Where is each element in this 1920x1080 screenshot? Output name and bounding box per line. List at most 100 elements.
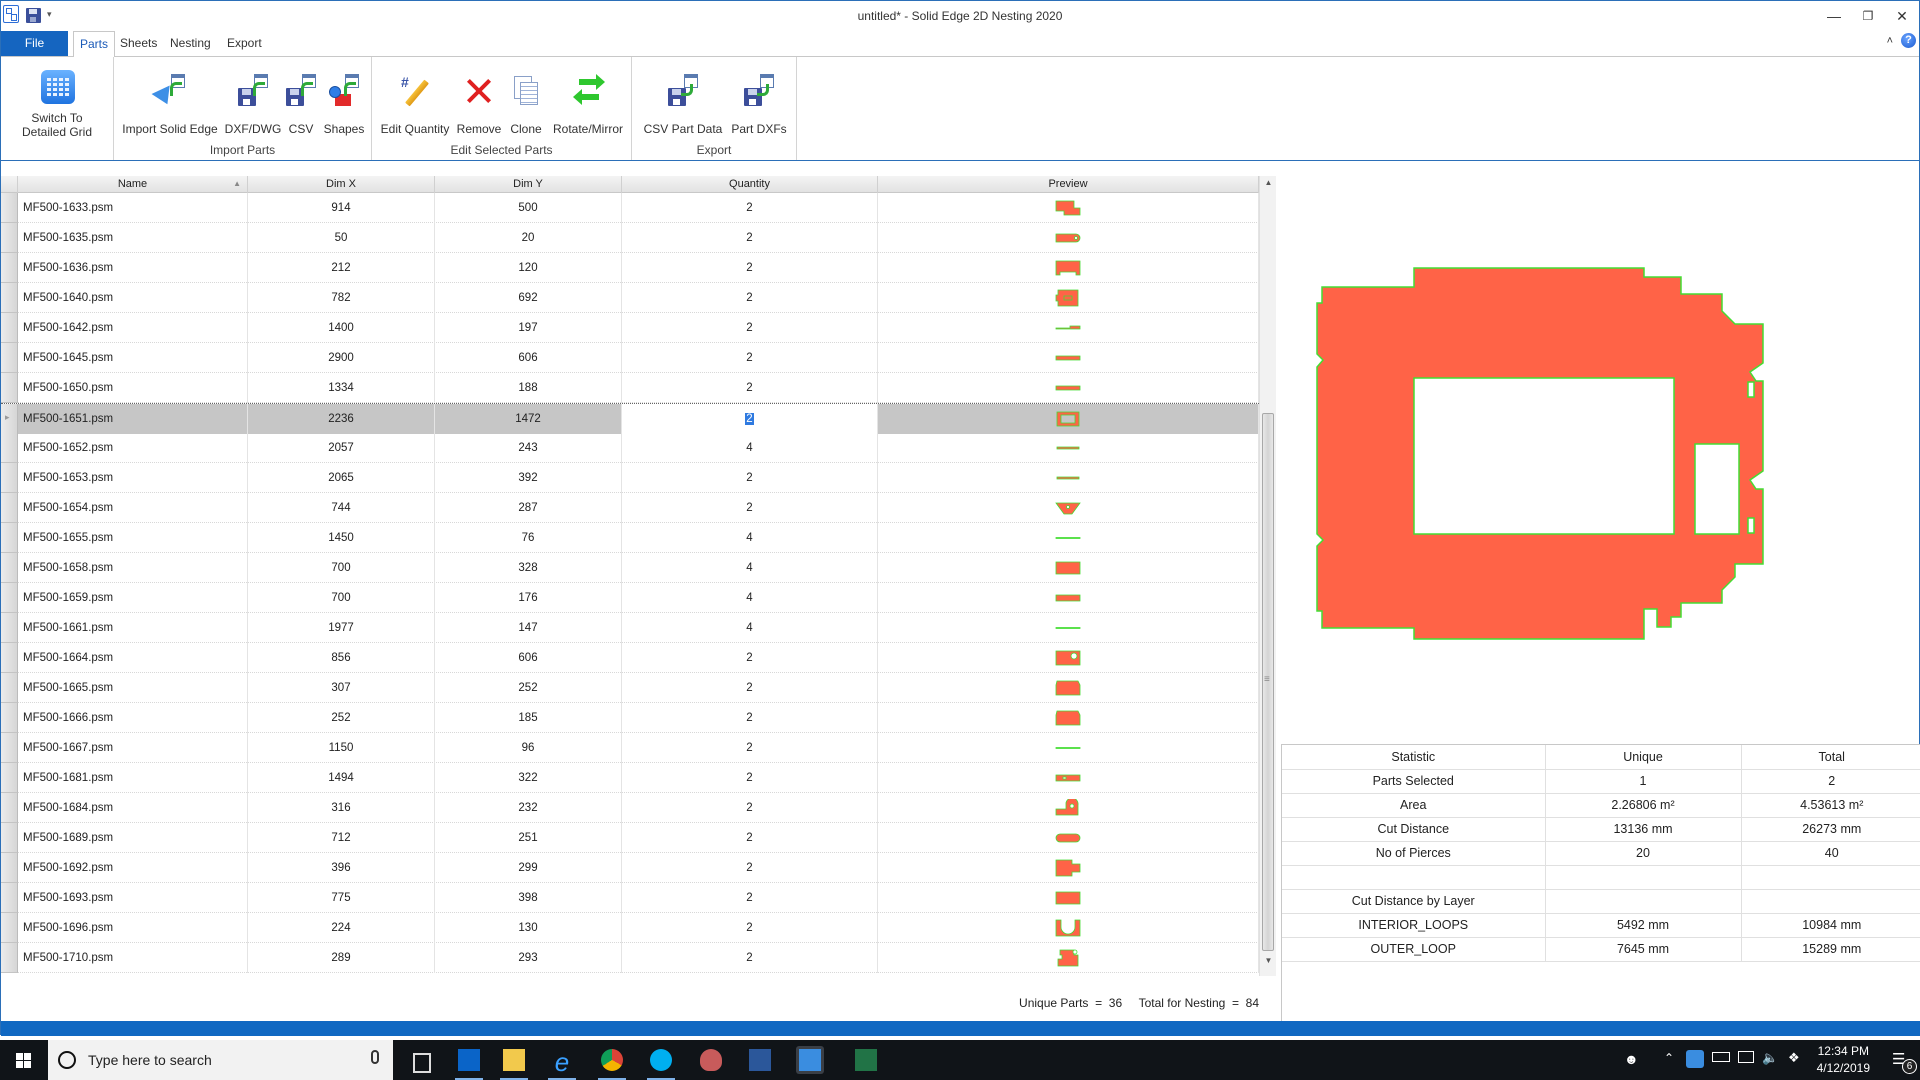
cell-name[interactable]: MF500-1661.psm	[18, 613, 248, 643]
cell-name[interactable]: MF500-1650.psm	[18, 373, 248, 403]
cell-name[interactable]: MF500-1636.psm	[18, 253, 248, 283]
taskbar-app-skype[interactable]	[647, 1046, 675, 1080]
cell-dim-y[interactable]: 328	[435, 553, 622, 583]
cell-dim-x[interactable]: 1450	[248, 523, 435, 553]
cell-preview[interactable]	[878, 313, 1259, 343]
cell-quantity[interactable]: 2	[622, 793, 878, 823]
cell-dim-x[interactable]: 775	[248, 883, 435, 913]
cell-preview[interactable]	[878, 493, 1259, 523]
cell-quantity[interactable]: 2	[622, 943, 878, 973]
row-selector[interactable]	[1, 733, 18, 763]
row-selector[interactable]	[1, 373, 18, 403]
cell-dim-x[interactable]: 1400	[248, 313, 435, 343]
column-header-quantity[interactable]: Quantity	[622, 176, 878, 193]
cell-dim-x[interactable]: 1150	[248, 733, 435, 763]
scroll-thumb[interactable]	[1262, 413, 1274, 951]
switch-to-detailed-grid-button[interactable]: Switch To Detailed Grid	[5, 57, 110, 141]
cell-dim-y[interactable]: 251	[435, 823, 622, 853]
cell-preview[interactable]	[878, 223, 1259, 253]
cell-name[interactable]: MF500-1635.psm	[18, 223, 248, 253]
cell-dim-y[interactable]: 500	[435, 193, 622, 223]
cell-quantity[interactable]: 2	[622, 733, 878, 763]
row-selector[interactable]	[1, 343, 18, 373]
cell-dim-y[interactable]: 188	[435, 373, 622, 403]
clone-button[interactable]: Clone	[506, 57, 546, 141]
cell-preview[interactable]	[878, 643, 1259, 673]
row-selector[interactable]	[1, 793, 18, 823]
table-row[interactable]: MF500-1653.psm 2065 392 2	[1, 463, 1259, 493]
tab-sheets[interactable]: Sheets	[114, 31, 163, 56]
cell-quantity[interactable]: 2	[622, 373, 878, 403]
cell-preview[interactable]	[878, 823, 1259, 853]
cell-quantity[interactable]: 2	[622, 283, 878, 313]
table-row[interactable]: MF500-1659.psm 700 176 4	[1, 583, 1259, 613]
cell-quantity[interactable]: 2	[622, 253, 878, 283]
cell-name[interactable]: MF500-1664.psm	[18, 643, 248, 673]
table-row[interactable]: MF500-1654.psm 744 287 2	[1, 493, 1259, 523]
table-row[interactable]: MF500-1684.psm 316 232 2	[1, 793, 1259, 823]
table-row[interactable]: MF500-1666.psm 252 185 2	[1, 703, 1259, 733]
taskbar-clock[interactable]: 12:34 PM 4/12/2019	[1817, 1043, 1870, 1077]
cell-preview[interactable]	[878, 253, 1259, 283]
cell-preview[interactable]	[878, 193, 1259, 223]
taskbar-app-task-view[interactable]	[405, 1046, 433, 1074]
cell-dim-y[interactable]: 252	[435, 673, 622, 703]
cell-preview[interactable]	[878, 793, 1259, 823]
collapse-ribbon-icon[interactable]: ˄	[1887, 35, 1893, 47]
dropbox-icon[interactable]: ❖	[1788, 1050, 1800, 1066]
cell-dim-y[interactable]: 692	[435, 283, 622, 313]
cell-dim-y[interactable]: 243	[435, 433, 622, 463]
row-selector[interactable]	[1, 763, 18, 793]
start-button[interactable]	[0, 1040, 48, 1080]
cell-quantity[interactable]: 2	[622, 193, 878, 223]
table-row[interactable]: MF500-1710.psm 289 293 2	[1, 943, 1259, 973]
table-row[interactable]: MF500-1681.psm 1494 322 2	[1, 763, 1259, 793]
quantity-value[interactable]: 2	[745, 413, 754, 425]
restore-button[interactable]: ❐	[1853, 5, 1883, 27]
table-row[interactable]: MF500-1636.psm 212 120 2	[1, 253, 1259, 283]
cell-preview[interactable]	[878, 613, 1259, 643]
column-header-preview[interactable]: Preview	[878, 176, 1259, 193]
cell-quantity[interactable]: 4	[622, 433, 878, 463]
cell-dim-y[interactable]: 398	[435, 883, 622, 913]
cell-preview[interactable]	[878, 913, 1259, 943]
taskbar-app-snipping-tool[interactable]	[697, 1046, 725, 1074]
cell-dim-y[interactable]: 287	[435, 493, 622, 523]
cell-quantity[interactable]: 4	[622, 613, 878, 643]
cell-quantity[interactable]: 2	[622, 643, 878, 673]
cell-name[interactable]: MF500-1642.psm	[18, 313, 248, 343]
table-row[interactable]: MF500-1696.psm 224 130 2	[1, 913, 1259, 943]
cell-dim-y[interactable]: 176	[435, 583, 622, 613]
cell-quantity[interactable]: 2	[622, 343, 878, 373]
minimize-button[interactable]: —	[1819, 5, 1849, 27]
table-row[interactable]: MF500-1651.psm22361472 2	[1, 403, 1259, 434]
row-selector[interactable]	[1, 883, 18, 913]
cell-quantity[interactable]: 2	[622, 223, 878, 253]
cell-quantity[interactable]: 2	[622, 404, 878, 434]
table-row[interactable]: MF500-1640.psm 782 692 2	[1, 283, 1259, 313]
row-selector[interactable]	[1, 583, 18, 613]
shapes-button[interactable]: Shapes	[320, 57, 368, 141]
cell-dim-y[interactable]: 147	[435, 613, 622, 643]
cell-dim-y[interactable]: 606	[435, 643, 622, 673]
row-selector[interactable]	[1, 193, 18, 223]
cell-dim-x[interactable]: 712	[248, 823, 435, 853]
table-row[interactable]: MF500-1652.psm 2057 243 4	[1, 433, 1259, 463]
table-row[interactable]: MF500-1645.psm 2900 606 2	[1, 343, 1259, 373]
tab-file[interactable]: File	[1, 31, 68, 56]
cell-preview[interactable]	[878, 883, 1259, 913]
row-selector[interactable]	[1, 943, 18, 973]
cell-dim-x[interactable]: 1977	[248, 613, 435, 643]
cell-name[interactable]: MF500-1633.psm	[18, 193, 248, 223]
cell-dim-x[interactable]: 1334	[248, 373, 435, 403]
row-selector[interactable]	[1, 493, 18, 523]
row-selector[interactable]	[1, 913, 18, 943]
tab-parts[interactable]: Parts	[73, 31, 116, 57]
microphone-icon[interactable]	[371, 1050, 379, 1064]
row-selector[interactable]	[1, 283, 18, 313]
cell-dim-y[interactable]: 392	[435, 463, 622, 493]
table-row[interactable]: MF500-1655.psm 1450 76 4	[1, 523, 1259, 553]
cell-name[interactable]: MF500-1658.psm	[18, 553, 248, 583]
cell-quantity[interactable]: 2	[622, 463, 878, 493]
cell-preview[interactable]	[878, 763, 1259, 793]
